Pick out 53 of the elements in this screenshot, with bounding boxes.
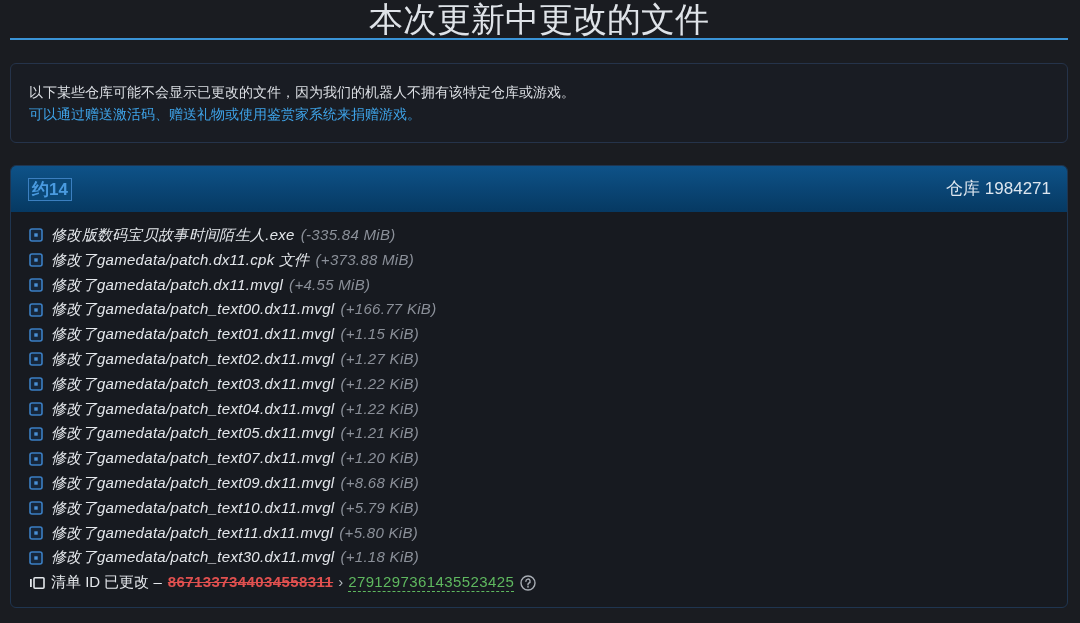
file-size-text: (+1.22 KiB)	[340, 373, 420, 394]
file-change-text: 修改了gamedata/patch_text00.dx11.mvgl	[51, 299, 335, 320]
file-size-text: (+8.68 KiB)	[340, 472, 420, 493]
file-size-text: (+4.55 MiB)	[289, 274, 371, 295]
file-size-text: (+1.27 KiB)	[340, 349, 420, 369]
file-size-text: (+5.80 KiB)	[339, 522, 419, 543]
file-change-text: 修改了gamedata/patch.dx11.mvgl	[51, 274, 284, 295]
dot-square-icon	[29, 451, 43, 466]
file-size-text: (+1.21 KiB)	[340, 423, 420, 444]
dot-square-icon	[29, 278, 43, 292]
dot-square-icon	[29, 501, 43, 516]
file-change-text: 修改了gamedata/patch_text05.dx11.mvgl	[51, 423, 335, 444]
old-manifest-id[interactable]: 8671337344034558311	[167, 570, 334, 595]
file-change-text: 修改了gamedata/patch_text30.dx11.mvgl	[51, 547, 335, 568]
dot-square-icon	[29, 476, 43, 491]
notice-text: 以下某些仓库可能不会显示已更改的文件，因为我们的机器人不拥有该特定仓库或游戏。	[29, 83, 575, 102]
new-manifest-id[interactable]: 2791297361435523425	[348, 573, 515, 593]
dot-square-icon	[29, 401, 43, 416]
file-change-text: 修改了gamedata/patch_text10.dx11.mvgl	[51, 497, 335, 518]
file-size-text: (+1.20 KiB)	[340, 448, 420, 469]
page-title: 本次更新中更改的文件	[10, 0, 1068, 40]
file-size-text: (+5.79 KiB)	[340, 497, 420, 518]
manifest-label: 清单 ID 已更改 –	[51, 572, 162, 593]
help-icon	[520, 574, 537, 591]
dot-square-icon	[29, 253, 43, 268]
dot-square-icon	[29, 550, 43, 565]
file-change-text: 修改了gamedata/patch_text04.dx11.mvgl	[51, 398, 335, 419]
file-size-text: (-335.84 MiB)	[300, 225, 396, 245]
file-change-text: 修改了gamedata/patch_text01.dx11.mvgl	[51, 324, 335, 345]
donate-link[interactable]: 可以通过赠送激活码、赠送礼物或使用鉴赏家系统来捐赠游戏。	[29, 103, 421, 125]
dot-square-icon	[29, 228, 43, 243]
dot-square-icon	[29, 525, 43, 540]
dot-square-icon	[29, 327, 43, 342]
file-size-text: (+1.15 KiB)	[340, 324, 420, 345]
dot-square-icon	[29, 426, 43, 441]
file-change-text: 修改版数码宝贝故事时间陌生人.exe	[51, 225, 295, 245]
file-change-text: 修改了gamedata/patch.dx11.cpk 文件	[51, 249, 310, 270]
file-change-text: 修改了gamedata/patch_text07.dx11.mvgl	[51, 448, 335, 469]
dot-square-icon	[29, 352, 43, 367]
dot-square-icon	[29, 377, 43, 392]
chevron-separator: ›	[338, 572, 344, 593]
file-change-text: 修改了gamedata/patch_text09.dx11.mvgl	[51, 472, 335, 493]
file-size-text: (+166.77 KiB)	[340, 299, 437, 320]
dot-square-icon	[29, 302, 43, 317]
file-change-text: 修改了gamedata/patch_text11.dx11.mvgl	[51, 522, 334, 543]
file-change-text: 修改了gamedata/patch_text02.dx11.mvgl	[51, 349, 335, 369]
file-change-text: 修改了gamedata/patch_text03.dx11.mvgl	[51, 373, 335, 394]
file-size-text: (+1.22 KiB)	[340, 398, 420, 419]
depot-title: 仓库 1984271	[946, 178, 1051, 201]
file-size-text: (+373.88 MiB)	[315, 249, 415, 270]
count-label: 约14	[28, 177, 72, 201]
bar-and-square-icon	[29, 575, 45, 590]
file-size-text: (+1.18 KiB)	[340, 547, 420, 568]
